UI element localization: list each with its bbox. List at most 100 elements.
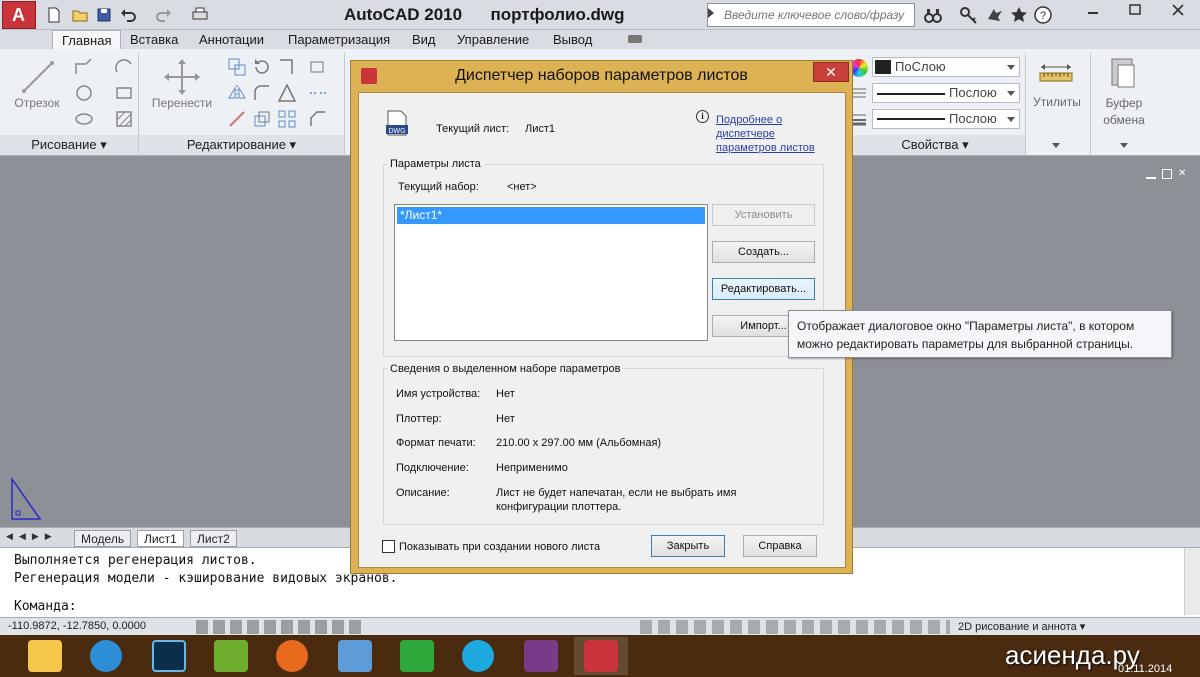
autocad-dwg-icon[interactable] bbox=[390, 637, 444, 675]
stretch-icon[interactable] bbox=[225, 107, 247, 129]
search-expand-icon[interactable] bbox=[708, 8, 714, 18]
command-scrollbar[interactable] bbox=[1184, 548, 1200, 615]
help-link-line[interactable]: Подробнее о bbox=[716, 113, 815, 127]
layout-tab-model[interactable]: Модель bbox=[74, 530, 132, 547]
checkbox-label[interactable]: Показывать при создании нового листа bbox=[399, 541, 600, 553]
measure-ruler-icon[interactable] bbox=[1038, 59, 1074, 89]
chevron-down-icon[interactable] bbox=[1120, 143, 1128, 148]
help-link-line[interactable]: диспетчере bbox=[716, 127, 815, 141]
hatch-icon[interactable] bbox=[112, 107, 134, 129]
workspace-switcher[interactable]: 2D рисование и аннота ▾ bbox=[958, 620, 1085, 633]
autocad-taskbar-icon[interactable] bbox=[574, 637, 628, 675]
layout-tab-sheet1[interactable]: Лист1 bbox=[137, 530, 184, 547]
communication-center-icon[interactable] bbox=[984, 4, 1006, 26]
binoculars-icon[interactable] bbox=[922, 4, 944, 26]
scale-icon[interactable] bbox=[250, 107, 272, 129]
utilities-label[interactable]: Утилиты bbox=[1028, 95, 1086, 109]
linetype-dropdown[interactable]: Послою bbox=[872, 83, 1020, 103]
help-link-line[interactable]: параметров листов bbox=[716, 141, 815, 155]
explode-icon[interactable] bbox=[275, 81, 297, 103]
tab-view[interactable]: Вид bbox=[403, 30, 445, 49]
offset-icon[interactable] bbox=[306, 81, 328, 103]
modify-button[interactable]: Редактировать... bbox=[712, 278, 815, 300]
firefox-icon[interactable] bbox=[266, 637, 320, 675]
photo-viewer-icon[interactable] bbox=[328, 637, 382, 675]
tab-annotate[interactable]: Аннотации bbox=[190, 30, 273, 49]
line-tool-icon[interactable] bbox=[18, 57, 58, 97]
photoshop-icon[interactable] bbox=[142, 637, 196, 675]
rotate-icon[interactable] bbox=[250, 55, 272, 77]
erase-icon[interactable] bbox=[306, 55, 328, 77]
status-tools-icon[interactable] bbox=[640, 620, 950, 634]
dialog-body: DWG Текущий лист: Лист1 i Подробнее о ди… bbox=[358, 92, 846, 568]
close-button[interactable]: Закрыть bbox=[651, 535, 725, 557]
close-window-icon[interactable] bbox=[1156, 0, 1200, 22]
zoom-app-icon[interactable] bbox=[80, 637, 134, 675]
modify-panel-title[interactable]: Редактирование ▾ bbox=[139, 135, 344, 155]
color-value: ПоСлою bbox=[895, 59, 946, 74]
copy-icon[interactable] bbox=[225, 55, 247, 77]
chevron-down-icon[interactable] bbox=[1052, 143, 1060, 148]
tab-insert[interactable]: Вставка bbox=[121, 30, 187, 49]
viewport-close-icon[interactable]: ✕ bbox=[1178, 169, 1188, 179]
mirror-icon[interactable] bbox=[225, 81, 247, 103]
lineweight-dropdown[interactable]: Послою bbox=[872, 109, 1020, 129]
array-icon[interactable] bbox=[275, 107, 297, 129]
notepad-icon[interactable] bbox=[204, 637, 258, 675]
close-icon[interactable]: ✕ bbox=[813, 62, 849, 82]
circle-icon[interactable] bbox=[72, 81, 94, 103]
layout-tab-sheet2[interactable]: Лист2 bbox=[190, 530, 237, 547]
clipboard-label[interactable]: Буфер обмена bbox=[1094, 95, 1154, 129]
trim-icon[interactable] bbox=[275, 55, 297, 77]
help-icon[interactable]: ? bbox=[1032, 4, 1054, 26]
explorer-icon[interactable] bbox=[18, 637, 72, 675]
search-box[interactable] bbox=[707, 3, 915, 27]
rectangle-icon[interactable] bbox=[112, 81, 134, 103]
open-folder-icon[interactable] bbox=[70, 5, 90, 25]
minimize-icon[interactable] bbox=[1072, 0, 1114, 22]
viewport-minimize-icon[interactable] bbox=[1146, 169, 1156, 179]
list-item[interactable]: *Лист1* bbox=[397, 207, 705, 224]
dialog-title-bar[interactable]: Диспетчер наборов параметров листов ✕ bbox=[351, 61, 852, 91]
redo-icon[interactable] bbox=[154, 5, 174, 25]
clipboard-paste-icon[interactable] bbox=[1108, 55, 1138, 91]
color-swatch bbox=[875, 60, 891, 74]
tab-manage[interactable]: Управление bbox=[448, 30, 538, 49]
set-current-button[interactable]: Установить bbox=[712, 204, 815, 226]
favorites-star-icon[interactable] bbox=[1008, 4, 1030, 26]
help-button[interactable]: Справка bbox=[743, 535, 817, 557]
winrar-icon[interactable] bbox=[514, 637, 568, 675]
viewport-restore-icon[interactable] bbox=[1162, 169, 1172, 179]
chevron-down-icon bbox=[1007, 91, 1015, 96]
arc-icon[interactable] bbox=[112, 55, 134, 77]
new-file-icon[interactable] bbox=[44, 5, 64, 25]
plot-icon[interactable] bbox=[190, 5, 210, 25]
key-icon[interactable] bbox=[958, 4, 980, 26]
color-dropdown[interactable]: ПоСлою bbox=[872, 57, 1020, 77]
undo-icon[interactable] bbox=[118, 5, 138, 25]
ribbon-minimize-icon[interactable] bbox=[628, 35, 642, 43]
show-on-new-layout-checkbox[interactable] bbox=[382, 540, 395, 553]
skype-icon[interactable] bbox=[452, 637, 506, 675]
save-icon[interactable] bbox=[94, 5, 114, 25]
properties-panel-title[interactable]: Свойства ▾ bbox=[845, 135, 1025, 155]
move-tool-icon[interactable] bbox=[162, 57, 202, 97]
layout-nav-arrows-icon[interactable]: ◀◀▶▶ bbox=[6, 531, 70, 545]
tab-parametric[interactable]: Параметризация bbox=[279, 30, 399, 49]
tab-output[interactable]: Вывод bbox=[544, 30, 601, 49]
ellipse-icon[interactable] bbox=[72, 107, 94, 129]
autocad-app-menu-button[interactable]: A bbox=[2, 1, 36, 29]
fillet-icon[interactable] bbox=[250, 81, 272, 103]
command-prompt[interactable]: Команда: bbox=[14, 599, 77, 614]
maximize-icon[interactable] bbox=[1114, 0, 1156, 22]
coordinates-readout[interactable]: -110.9872, -12.7850, 0.0000 bbox=[8, 620, 146, 632]
new-button[interactable]: Создать... bbox=[712, 241, 815, 263]
search-input[interactable] bbox=[708, 4, 914, 26]
drafting-toggles-icon[interactable] bbox=[196, 620, 366, 634]
chamfer-icon[interactable] bbox=[306, 107, 328, 129]
help-link[interactable]: Подробнее о диспетчере параметров листов bbox=[716, 113, 815, 155]
polyline-icon[interactable] bbox=[72, 55, 94, 77]
page-setups-list[interactable]: *Лист1* bbox=[394, 204, 708, 341]
draw-panel-title[interactable]: Рисование ▾ bbox=[0, 135, 138, 155]
tab-home[interactable]: Главная bbox=[52, 30, 122, 49]
